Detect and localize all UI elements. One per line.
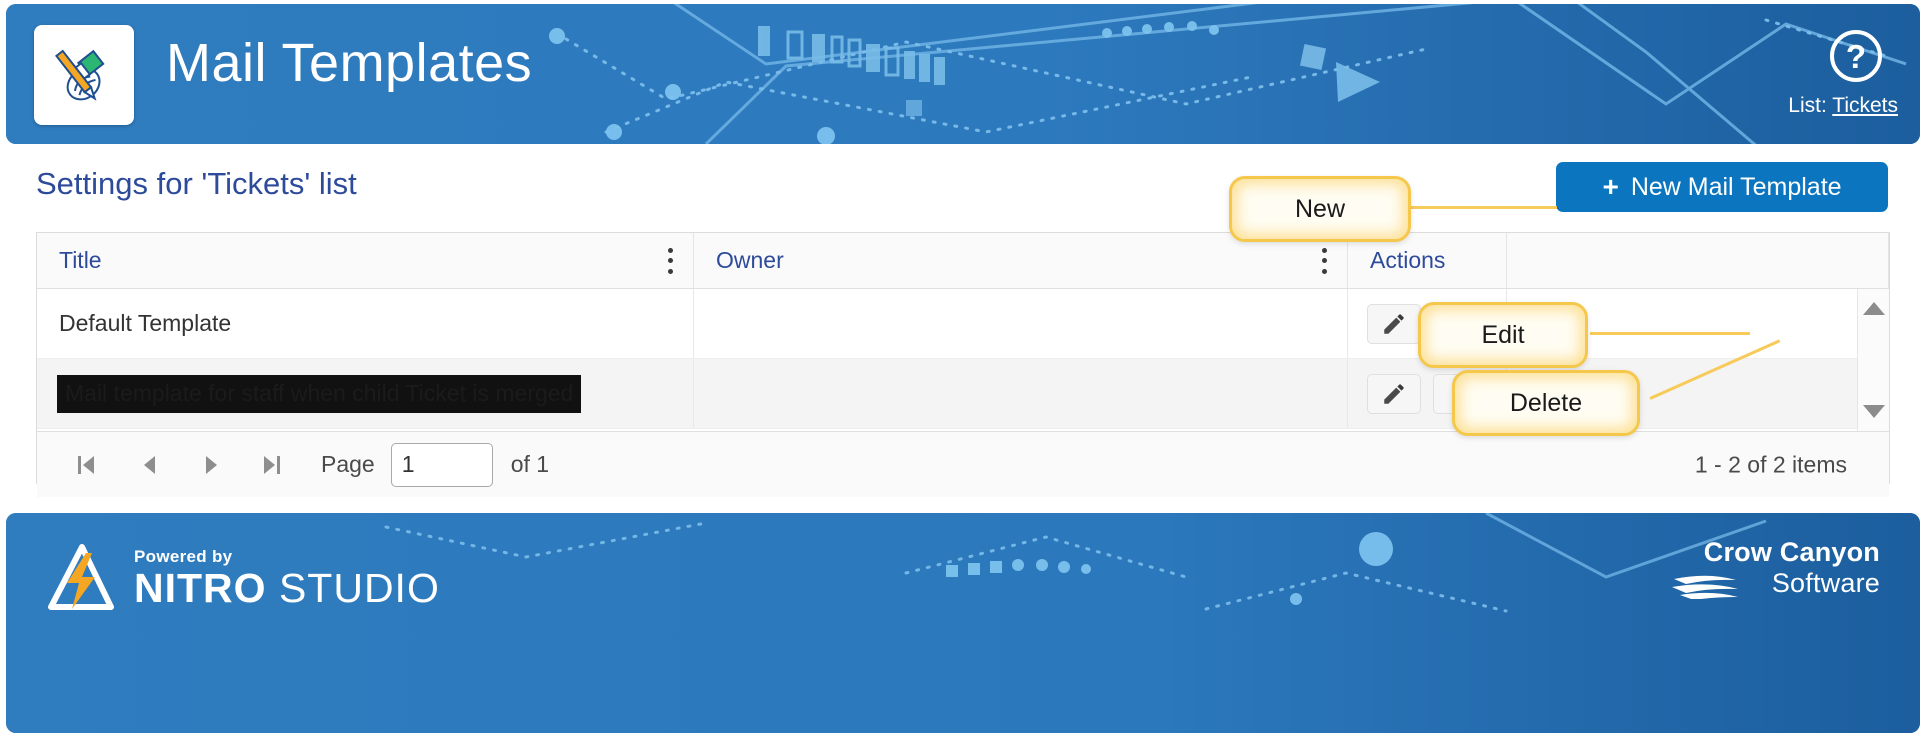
list-label: List: [1788,94,1827,117]
main-content: Settings for 'Tickets' list + New Mail T… [0,144,1926,509]
first-page-icon [78,455,96,474]
callout-leader-new [1401,206,1557,209]
column-header-title[interactable]: Title [37,233,694,288]
callout-new-label: New [1294,194,1345,223]
page-title: Mail Templates [166,33,533,93]
column-header-title-label: Title [59,247,102,273]
total-pages-label: of 1 [510,451,550,477]
callout-new: New [1229,176,1411,242]
pencil-edit-icon [1384,383,1404,404]
list-link[interactable]: Tickets [1832,94,1898,117]
next-page-icon [205,455,217,474]
nitro-lightning-icon [48,544,114,610]
current-list-indicator: List: Tickets [1788,94,1898,118]
question-mark-help-icon: ? [1830,30,1882,82]
help-button[interactable]: ? [1828,28,1884,84]
table-row[interactable]: Default Template [37,289,1889,359]
svg-text:?: ? [1846,38,1866,75]
last-page-icon [264,455,282,474]
callout-delete: Delete [1452,370,1640,436]
callout-edit: Edit [1418,302,1588,368]
mail-templates-page: Mail Templates ? List: Tickets Settings … [0,0,1926,737]
cell-title: Default Template [37,289,694,358]
column-header-owner-label: Owner [716,247,784,273]
callout-leader-edit [1590,332,1750,335]
crow-canyon-swoosh-icon [1671,575,1738,599]
plus-icon: + [1602,171,1619,202]
new-mail-template-label: New Mail Template [1630,172,1842,201]
pager-last-button[interactable] [251,443,295,487]
mail-templates-grid: Title Owner Actions Default Template Mai… [36,232,1890,497]
scroll-down-arrow-icon[interactable] [1862,405,1885,418]
app-icon [34,25,134,125]
edit-row-button[interactable] [1367,303,1421,344]
page-footer: Powered by NITRO STUDIO Crow Canyon Soft… [6,513,1920,733]
column-header-spacer [1507,233,1889,288]
page-header: Mail Templates ? List: Tickets [6,4,1920,144]
scroll-up-arrow-icon[interactable] [1862,302,1885,315]
page-number-input[interactable] [390,442,493,487]
pager-first-button[interactable] [65,443,109,487]
crow-canyon-software-label: Software [1771,568,1880,598]
cell-owner [694,359,1348,428]
previous-page-icon [143,455,155,474]
callout-edit-label: Edit [1481,320,1525,349]
pager-next-button[interactable] [189,443,233,487]
new-mail-template-button[interactable]: + New Mail Template [1556,162,1888,212]
nitro-studio-wordmark: NITRO STUDIO [134,568,440,609]
callout-delete-label: Delete [1509,388,1583,417]
template-title: Default Template [59,310,232,336]
title-column-menu-icon[interactable] [661,247,679,274]
cell-owner [694,289,1348,358]
owner-column-menu-icon[interactable] [1315,247,1333,274]
pager-prev-button[interactable] [127,443,171,487]
grid-vertical-scrollbar[interactable] [1857,289,1889,431]
grid-pager: Page of 1 1 - 2 of 2 items [37,431,1889,497]
items-range-label: 1 - 2 of 2 items [1694,451,1847,477]
pencil-eraser-icon [55,49,105,101]
page-subtitle: Settings for 'Tickets' list [36,166,357,201]
pencil-edit-icon [1384,313,1404,334]
nitro-studio-logo: Powered by NITRO STUDIO [42,539,440,617]
page-label: Page [321,451,375,477]
powered-by-label: Powered by [134,547,233,566]
cell-title: Mail template for staff when child Ticke… [37,359,694,428]
studio-word: STUDIO [266,565,440,611]
grid-header-row: Title Owner Actions [37,233,1889,289]
edit-row-button[interactable] [1367,373,1421,414]
crow-canyon-line2-wrap: Software [1670,568,1880,599]
crow-canyon-logo: Crow Canyon Software [1670,537,1880,599]
column-header-actions-label: Actions [1370,247,1446,273]
crow-canyon-line1: Crow Canyon [1703,537,1880,567]
nitro-word: NITRO [134,565,267,611]
template-title: Mail template for staff when child Ticke… [57,374,582,413]
